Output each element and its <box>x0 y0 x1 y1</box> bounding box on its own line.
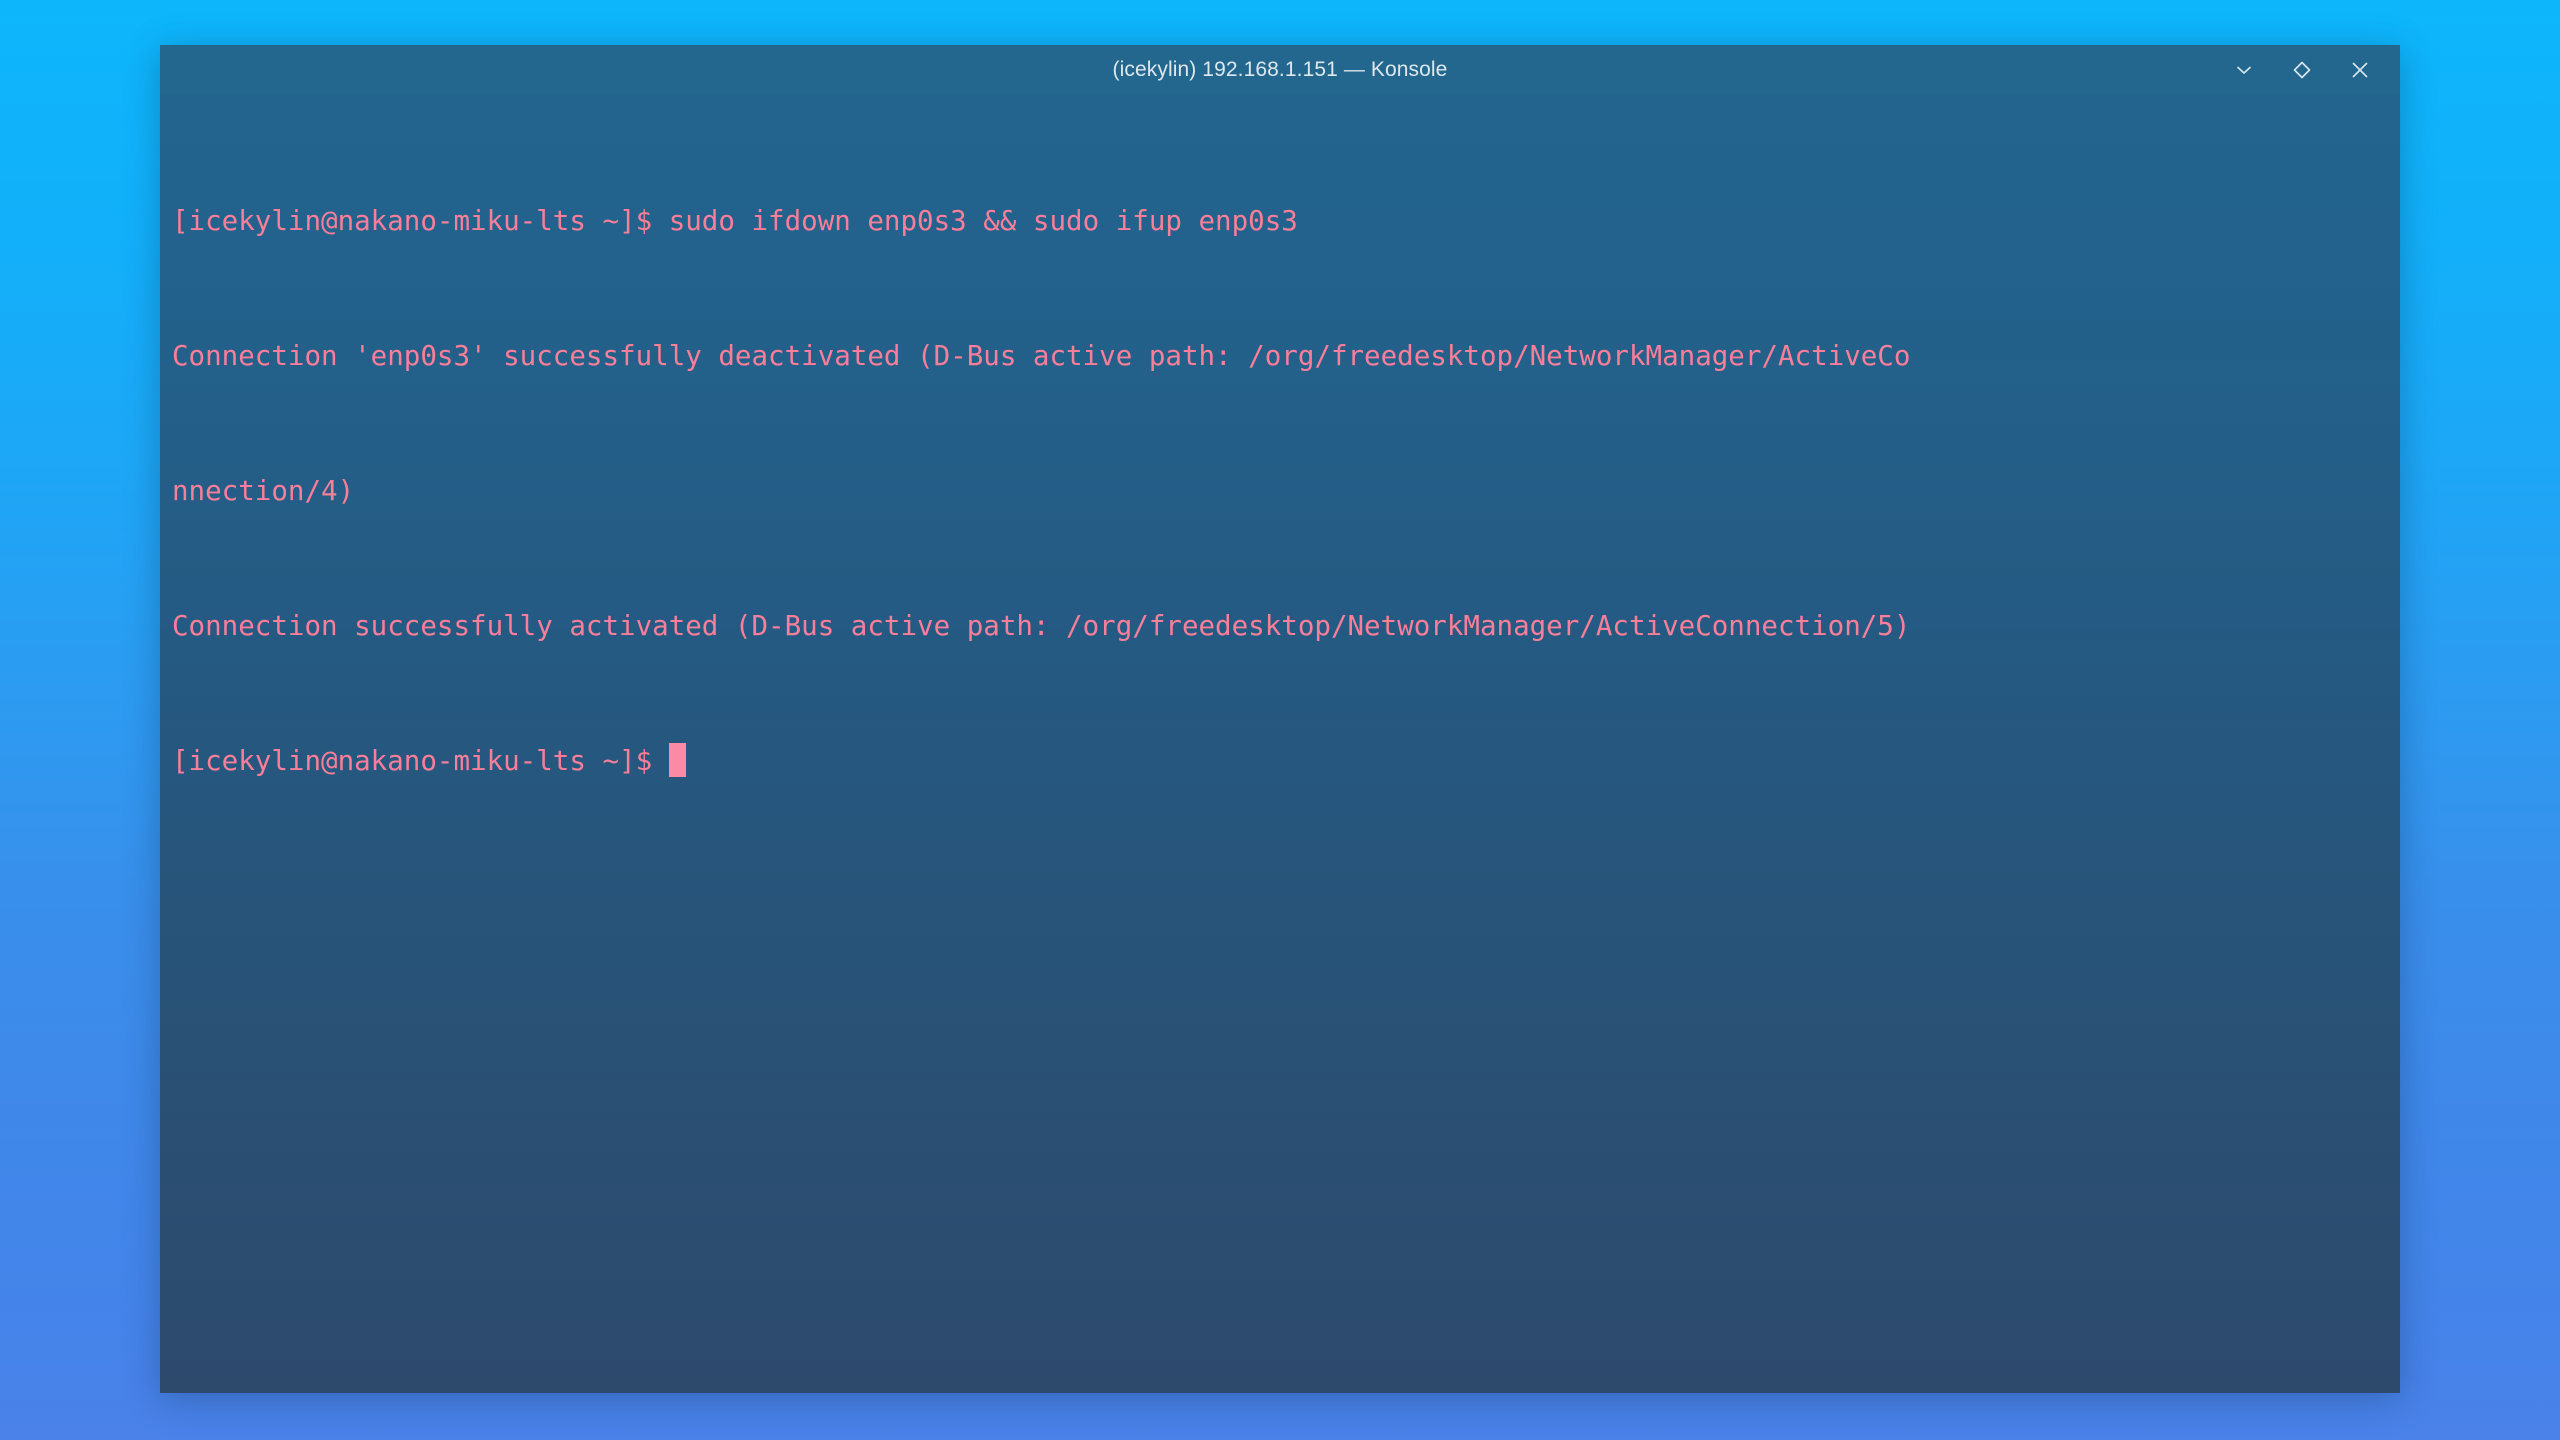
maximize-button[interactable] <box>2282 50 2322 90</box>
terminal-prompt-line: [icekylin@nakano-miku-lts ~]$ <box>172 739 2400 784</box>
terminal-output: [icekylin@nakano-miku-lts ~]$ sudo ifdow… <box>172 109 2400 874</box>
terminal-line: Connection 'enp0s3' successfully deactiv… <box>172 340 1911 372</box>
chevron-down-icon <box>2233 59 2255 81</box>
window-controls <box>2224 45 2380 95</box>
diamond-icon <box>2291 59 2313 81</box>
minimize-button[interactable] <box>2224 50 2264 90</box>
terminal-line: nnection/4) <box>172 475 355 507</box>
close-button[interactable] <box>2340 50 2380 90</box>
window-title-bar[interactable]: (icekylin) 192.168.1.151 — Konsole <box>160 45 2400 95</box>
shell-prompt: [icekylin@nakano-miku-lts ~]$ <box>172 745 669 777</box>
terminal-body[interactable]: [icekylin@nakano-miku-lts ~]$ sudo ifdow… <box>160 95 2400 1393</box>
close-icon <box>2349 59 2371 81</box>
terminal-line: Connection successfully activated (D-Bus… <box>172 610 1911 642</box>
desktop: (icekylin) 192.168.1.151 — Konsole [icek… <box>0 0 2560 1440</box>
terminal-line: [icekylin@nakano-miku-lts ~]$ sudo ifdow… <box>172 205 1298 237</box>
text-cursor <box>668 743 686 777</box>
konsole-window[interactable]: (icekylin) 192.168.1.151 — Konsole [icek… <box>160 45 2400 1393</box>
window-title: (icekylin) 192.168.1.151 — Konsole <box>1112 58 1448 81</box>
